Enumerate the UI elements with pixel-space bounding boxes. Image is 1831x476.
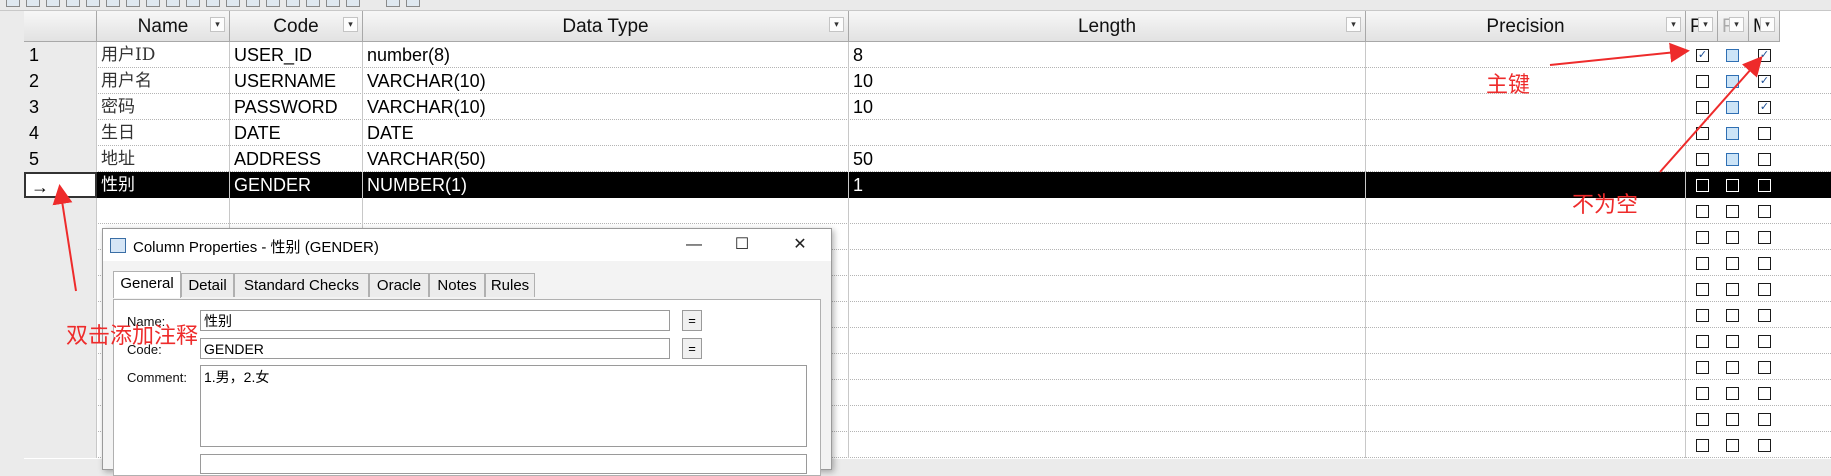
double-click-arrow <box>52 184 77 292</box>
table-icon <box>110 238 126 253</box>
comment-field[interactable]: 1.男，2.女 <box>200 365 807 447</box>
tab-standard-checks[interactable]: Standard Checks <box>234 273 369 297</box>
annotation-not-null: 不为空 <box>1572 193 1639 218</box>
close-button[interactable]: ✕ <box>777 231 823 259</box>
code-field[interactable]: GENDER <box>200 338 670 359</box>
annotation-double-click: 双击添加注释 <box>66 324 199 349</box>
dialog-title-bar[interactable]: Column Properties - 性别 (GENDER) — ☐ ✕ <box>103 229 831 261</box>
comment-label: Comment: <box>127 370 187 385</box>
tab-rules[interactable]: Rules <box>485 273 535 297</box>
tab-general[interactable]: General <box>113 271 181 298</box>
minimize-button[interactable]: — <box>671 231 717 259</box>
maximize-button[interactable]: ☐ <box>719 231 765 259</box>
column-properties-dialog: Column Properties - 性别 (GENDER) — ☐ ✕ Ge… <box>102 228 832 476</box>
name-equals-button[interactable]: = <box>682 310 702 331</box>
name-field[interactable]: 性别 <box>200 310 670 331</box>
extra-field[interactable] <box>200 454 807 474</box>
annotation-primary-key: 主键 <box>1486 73 1531 98</box>
tab-notes[interactable]: Notes <box>429 273 485 297</box>
dialog-title: Column Properties - 性别 (GENDER) <box>133 239 379 256</box>
tab-oracle[interactable]: Oracle <box>369 273 429 297</box>
general-panel: Name: 性别 = Code: GENDER = Comment: 1.男，2… <box>113 299 821 476</box>
code-equals-button[interactable]: = <box>682 338 702 359</box>
not-null-arrow <box>1659 56 1763 173</box>
tab-detail[interactable]: Detail <box>181 273 234 297</box>
primary-key-arrow <box>1549 42 1690 66</box>
